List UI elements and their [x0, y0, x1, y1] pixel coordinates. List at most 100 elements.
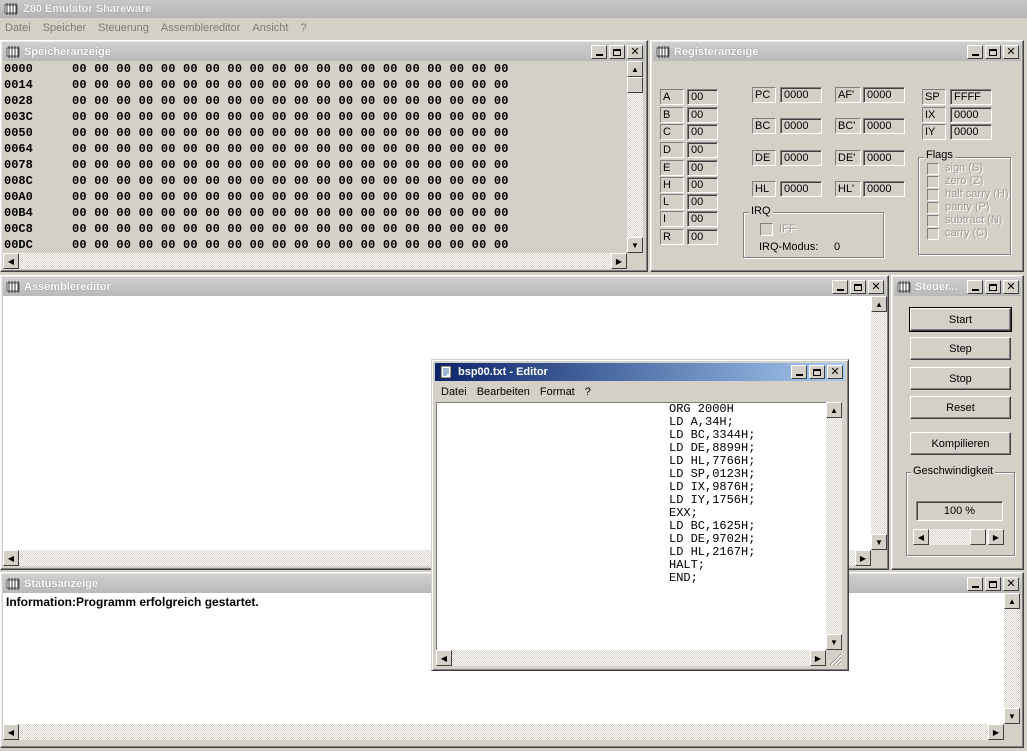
close-button[interactable]: ✕ [1003, 280, 1019, 294]
arrow-up-icon: ▲ [875, 299, 883, 309]
minimize-button[interactable] [967, 280, 983, 294]
memory-title-bar[interactable]: Speicheranzeige ✕ [3, 43, 645, 61]
scroll-down-button[interactable]: ▼ [627, 237, 643, 253]
maximize-button[interactable] [809, 365, 825, 379]
menu-steuerung[interactable]: Steuerung [98, 22, 149, 34]
iff-checkbox[interactable] [760, 223, 773, 236]
status-vscroll[interactable] [1004, 593, 1020, 724]
minimize-button[interactable] [967, 577, 983, 591]
scroll-left-button[interactable]: ◀ [436, 650, 452, 666]
scroll-thumb[interactable] [627, 77, 643, 93]
scroll-up-button[interactable]: ▲ [627, 61, 643, 77]
maximize-button[interactable] [985, 45, 1001, 59]
arrow-right-icon: ▶ [992, 532, 1000, 542]
reg-de-field[interactable]: 0000 [780, 150, 822, 166]
compile-button[interactable]: Kompilieren [910, 432, 1011, 455]
scroll-down-button[interactable]: ▼ [871, 534, 887, 550]
menu-speicher[interactable]: Speicher [43, 22, 86, 34]
scroll-right-button[interactable]: ▶ [810, 650, 826, 666]
editor-menu-datei[interactable]: Datei [441, 386, 467, 398]
reg-bc-field[interactable]: 0000 [780, 118, 822, 134]
reg-bc-alt-label: BC' [835, 118, 861, 134]
minimize-button[interactable] [832, 280, 848, 294]
reg-sp-field[interactable]: FFFF [950, 89, 992, 105]
close-button[interactable]: ✕ [868, 280, 884, 294]
step-button[interactable]: Step [910, 337, 1011, 360]
close-button[interactable]: ✕ [827, 365, 843, 379]
scroll-left-button[interactable]: ◀ [3, 724, 19, 740]
reg-af-alt-field[interactable]: 0000 [863, 87, 905, 103]
reg-iy-field[interactable]: 0000 [950, 124, 992, 140]
flag-checkbox[interactable] [927, 176, 939, 188]
reg-hl-alt-field[interactable]: 0000 [863, 181, 905, 197]
editor-menu-bearbeiten[interactable]: Bearbeiten [477, 386, 530, 398]
reg-a-field[interactable]: 00 [687, 89, 718, 105]
editor-menu-help[interactable]: ? [585, 386, 591, 398]
flag-checkbox[interactable] [927, 228, 939, 240]
menu-datei[interactable]: Datei [5, 22, 31, 34]
reg-bc-alt-field[interactable]: 0000 [863, 118, 905, 134]
scroll-up-button[interactable]: ▲ [871, 296, 887, 312]
flag-checkbox[interactable] [927, 215, 939, 227]
reg-c-field[interactable]: 00 [687, 124, 718, 140]
scroll-left-button[interactable]: ◀ [3, 253, 19, 269]
arrow-right-icon: ▶ [814, 653, 822, 663]
register-title-bar[interactable]: Registeranzeige ✕ [653, 43, 1021, 61]
minimize-button[interactable] [591, 45, 607, 59]
scroll-down-button[interactable]: ▼ [1004, 708, 1020, 724]
reg-h-field[interactable]: 00 [687, 177, 718, 193]
scroll-left-button[interactable]: ◀ [3, 550, 19, 566]
stop-button[interactable]: Stop [910, 367, 1011, 390]
maximize-button[interactable] [985, 280, 1001, 294]
close-button[interactable]: ✕ [627, 45, 643, 59]
scroll-up-button[interactable]: ▲ [826, 402, 842, 418]
resize-grip-icon[interactable] [828, 652, 842, 666]
reg-e-field[interactable]: 00 [687, 160, 718, 176]
status-hscroll[interactable] [3, 724, 1004, 740]
reg-ix-field[interactable]: 0000 [950, 107, 992, 123]
scroll-up-button[interactable]: ▲ [1004, 593, 1020, 609]
editor-menu-format[interactable]: Format [540, 386, 575, 398]
reg-d-field[interactable]: 00 [687, 142, 718, 158]
reg-i-field[interactable]: 00 [687, 211, 718, 227]
control-title-bar[interactable]: Steuer... ✕ [894, 278, 1021, 296]
menu-assemblereditor[interactable]: Assemblereditor [161, 22, 240, 34]
reg-hl-field[interactable]: 0000 [780, 181, 822, 197]
menu-ansicht[interactable]: Ansicht [252, 22, 288, 34]
memory-hscroll[interactable] [3, 253, 627, 269]
speed-slider-thumb[interactable] [970, 529, 986, 545]
assembler-vscroll[interactable] [871, 296, 887, 550]
editor-title: bsp00.txt - Editor [458, 366, 548, 378]
start-button[interactable]: Start [909, 307, 1012, 332]
minimize-button[interactable] [967, 45, 983, 59]
editor-title-bar[interactable]: bsp00.txt - Editor ✕ [435, 363, 845, 381]
scroll-right-button[interactable]: ▶ [611, 253, 627, 269]
minimize-button[interactable] [791, 365, 807, 379]
flag-checkbox[interactable] [927, 202, 939, 214]
flag-checkbox[interactable] [927, 189, 939, 201]
reset-button[interactable]: Reset [910, 396, 1011, 419]
editor-vscroll[interactable] [826, 402, 842, 650]
scroll-right-button[interactable]: ▶ [855, 550, 871, 566]
scroll-right-button[interactable]: ▶ [988, 724, 1004, 740]
flag-checkbox[interactable] [927, 163, 939, 175]
speed-decrease-button[interactable]: ◀ [913, 529, 929, 545]
reg-pc-field[interactable]: 0000 [780, 87, 822, 103]
menu-help[interactable]: ? [300, 22, 306, 34]
reg-r-field[interactable]: 00 [687, 229, 718, 245]
close-button[interactable]: ✕ [1003, 577, 1019, 591]
maximize-button[interactable] [850, 280, 866, 294]
close-button[interactable]: ✕ [1003, 45, 1019, 59]
memory-bytes: 00 00 00 00 00 00 00 00 00 00 00 00 00 0… [72, 238, 509, 252]
assembler-title-bar[interactable]: Assemblereditor ✕ [3, 278, 886, 296]
maximize-button[interactable] [985, 577, 1001, 591]
reg-l-field[interactable]: 00 [687, 194, 718, 210]
editor-hscroll[interactable] [436, 650, 826, 666]
reg-b-field[interactable]: 00 [687, 107, 718, 123]
arrow-down-icon: ▼ [830, 637, 838, 647]
scroll-down-button[interactable]: ▼ [826, 634, 842, 650]
reg-de-alt-field[interactable]: 0000 [863, 150, 905, 166]
maximize-button[interactable] [609, 45, 625, 59]
editor-text-area[interactable] [436, 402, 826, 650]
speed-increase-button[interactable]: ▶ [988, 529, 1004, 545]
